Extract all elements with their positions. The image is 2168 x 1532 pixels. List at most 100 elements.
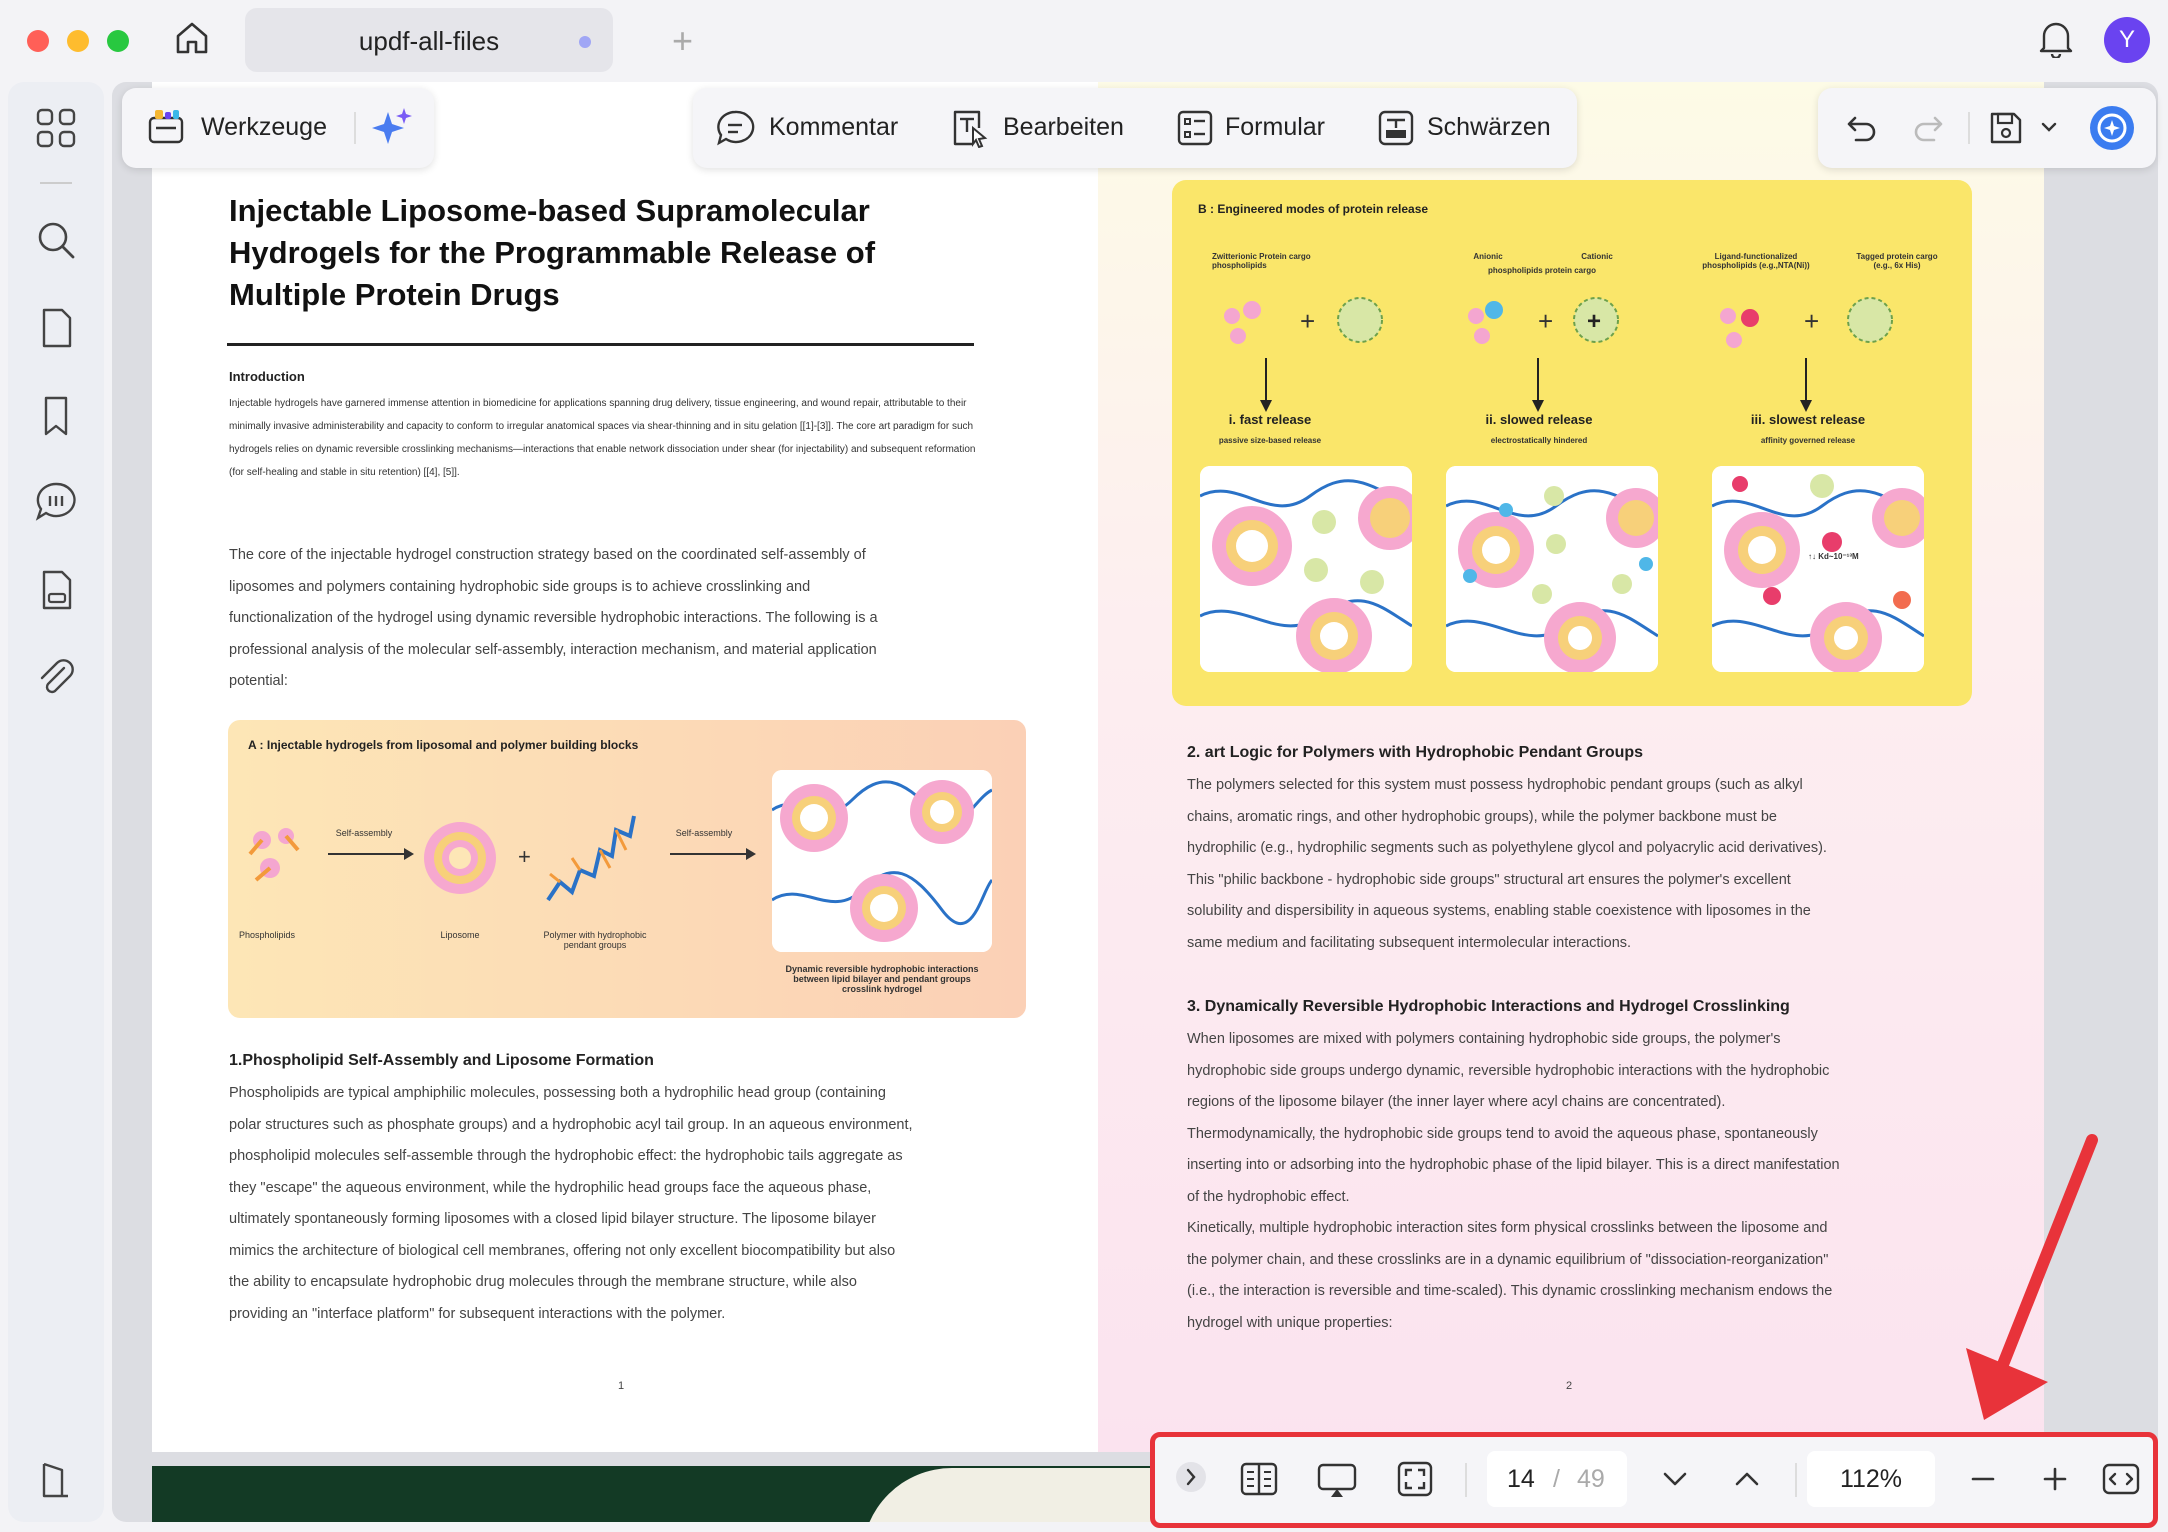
polymer-icon [546, 815, 636, 902]
undo-icon[interactable] [1840, 108, 1880, 148]
zoom-level-input[interactable]: 112% [1807, 1451, 1935, 1507]
mode-slowest-release: iii. slowest release [1750, 412, 1866, 427]
expand-bar-icon[interactable] [1175, 1461, 1207, 1493]
liposome-label: Liposome [440, 930, 480, 940]
presentation-icon[interactable] [1317, 1459, 1357, 1499]
down-arrow-icon [1260, 358, 1272, 412]
page-separator: / [1553, 1465, 1560, 1493]
left-sidebar [8, 82, 104, 1522]
main-toolbar: Kommentar Bearbeiten Formular Schwärzen [693, 88, 1577, 168]
mode-fast-release-sub: passive size-based release [1218, 436, 1322, 445]
document-tab[interactable]: updf-all-files [245, 8, 613, 72]
annotation-arrow-icon [1966, 1134, 2098, 1420]
bar-divider [1465, 1463, 1467, 1497]
right-toolbar [1818, 88, 2156, 168]
self-assembly-label-2: Self-assembly [675, 828, 733, 838]
section-3-paragraph: When liposomes are mixed with polymers c… [1187, 1031, 1840, 1331]
sidebar-toggle-icon[interactable] [32, 1456, 80, 1504]
previous-page-icon[interactable] [1727, 1459, 1767, 1499]
col3-label-b: Tagged protein cargo (e.g., 6x His) [1856, 252, 1938, 270]
mode-fast-release: i. fast release [1228, 412, 1312, 427]
intro-paragraph: Injectable hydrogels have garnered immen… [229, 398, 976, 478]
zoom-in-icon[interactable] [2035, 1459, 2075, 1499]
toolbox-icon [148, 110, 184, 144]
chevron-down-icon[interactable] [2040, 120, 2058, 134]
document-tools-icon[interactable] [32, 566, 80, 614]
page-navigation-bar: 14 / 49 112% [1150, 1432, 2158, 1528]
form-label[interactable]: Formular [1225, 113, 1325, 142]
redact-icon[interactable] [1376, 108, 1416, 148]
current-page: 14 [1507, 1465, 1535, 1493]
redact-label[interactable]: Schwärzen [1427, 113, 1551, 142]
liposome-icon [424, 822, 496, 894]
tools-label[interactable]: Werkzeuge [201, 113, 327, 142]
figure-b-title: B : Engineered modes of protein release [1198, 202, 1429, 216]
section-2-paragraph: The polymers selected for this system mu… [1187, 777, 1827, 951]
plus-sign: + [518, 844, 531, 869]
save-icon[interactable] [1986, 108, 2026, 148]
fit-width-icon[interactable] [2101, 1459, 2141, 1499]
down-arrow-icon [1800, 358, 1812, 412]
pages-icon[interactable] [32, 304, 80, 352]
mode-slowed-release-sub: electrostatically hindered [1490, 436, 1588, 445]
home-icon[interactable] [172, 18, 212, 58]
core-paragraph: The core of the injectable hydrogel cons… [229, 547, 878, 689]
svg-text:+: + [1804, 306, 1819, 336]
close-window-button[interactable] [27, 30, 49, 52]
document-title: Injectable Liposome-based Supramolecular… [229, 193, 876, 312]
new-tab-button[interactable]: + [672, 20, 693, 62]
col3-label-a: Ligand-functionalized phospholipids (e.g… [1702, 252, 1810, 270]
figure-b: B : Engineered modes of protein release … [1172, 180, 1972, 706]
bookmark-icon[interactable] [32, 392, 80, 440]
minimize-window-button[interactable] [67, 30, 89, 52]
tab-title: updf-all-files [358, 26, 500, 56]
title-bar: updf-all-files + Y [0, 0, 2168, 82]
ai-assistant-icon[interactable] [2088, 104, 2136, 152]
kd-annotation: ↑↓ Kd~10⁻¹³M [1808, 552, 1859, 561]
slowed-release-network-image [1446, 466, 1658, 672]
page-number-1: 1 [618, 1380, 625, 1392]
avatar[interactable]: Y [2104, 17, 2150, 63]
comment-label[interactable]: Kommentar [769, 113, 898, 142]
electrostatic-cargo-icon: + + [1468, 297, 1619, 344]
bell-icon[interactable] [2038, 18, 2074, 58]
maximize-window-button[interactable] [107, 30, 129, 52]
zoom-out-icon[interactable] [1963, 1459, 2003, 1499]
fullscreen-icon[interactable] [1395, 1459, 1435, 1499]
bar-divider [1795, 1463, 1797, 1497]
col2-label-cationic: Cationic [1581, 252, 1613, 261]
form-icon[interactable] [1175, 108, 1215, 148]
fast-release-network-image [1200, 466, 1412, 672]
search-icon[interactable] [32, 216, 80, 264]
total-pages: 49 [1577, 1465, 1605, 1493]
phospholipids-label: Phospholipids [238, 930, 296, 940]
thumbnails-icon[interactable] [32, 104, 80, 152]
next-page-icon[interactable] [1655, 1459, 1695, 1499]
redo-icon[interactable] [1910, 108, 1950, 148]
page-number-input[interactable]: 14 / 49 [1487, 1451, 1627, 1507]
svg-text:+: + [1587, 308, 1601, 335]
edit-label[interactable]: Bearbeiten [1003, 113, 1124, 142]
figure-a-caption: Dynamic reversible hydrophobic interacti… [785, 964, 979, 994]
toolbar-divider [354, 112, 356, 144]
ai-sparkle-icon[interactable] [372, 106, 412, 146]
edit-icon[interactable] [949, 108, 989, 148]
comment-icon[interactable] [715, 108, 755, 148]
mode-slowed-release: ii. slowed release [1485, 412, 1593, 427]
attachment-icon[interactable] [32, 654, 80, 702]
slowest-release-network-image [1712, 466, 1924, 672]
intro-heading: Introduction [229, 369, 305, 384]
mode-slowest-release-sub: affinity governed release [1760, 436, 1856, 445]
section-3-heading: 3. Dynamically Reversible Hydrophobic In… [1187, 998, 1790, 1015]
toolbar-divider [1968, 112, 1970, 144]
col2-label-anionic: Anionic [1473, 252, 1503, 261]
sidebar-divider [40, 182, 72, 184]
title-rule [227, 343, 974, 346]
figure-a: A : Injectable hydrogels from liposomal … [228, 720, 1026, 1018]
page-layout-icon[interactable] [1239, 1459, 1279, 1499]
comments-icon[interactable] [32, 478, 80, 526]
col2-label-line2: phospholipids protein cargo [1488, 266, 1596, 275]
affinity-cargo-icon: + [1720, 297, 1893, 348]
self-assembly-label-1: Self-assembly [335, 828, 393, 838]
svg-text:+: + [1300, 306, 1315, 336]
